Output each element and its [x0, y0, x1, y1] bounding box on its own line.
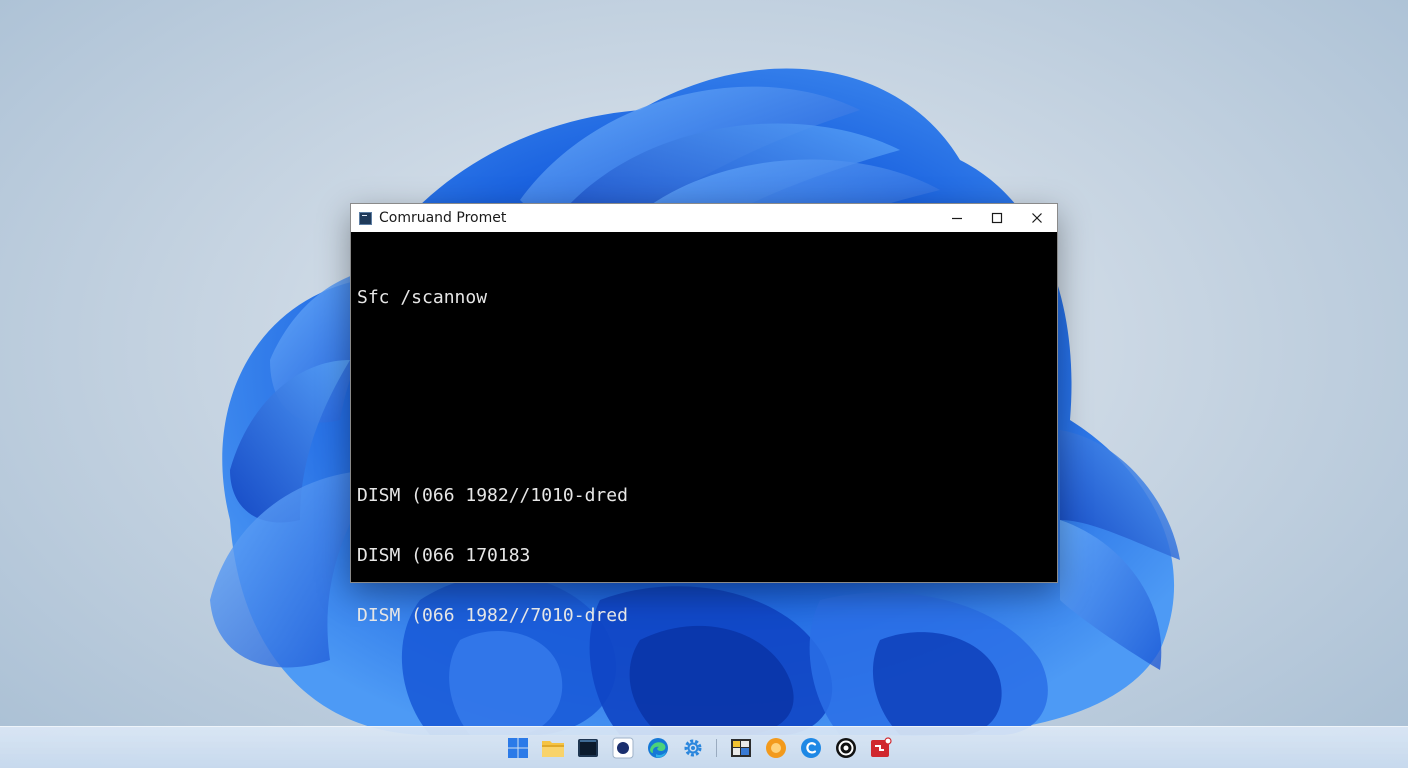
taskbar-icons: [500, 727, 898, 768]
command-prompt-window[interactable]: Comruand Promet Sfc /scannow DISM (066 1…: [350, 203, 1058, 626]
console-command-line: Sfc /scannow: [357, 287, 488, 308]
terminal-icon: [577, 739, 598, 757]
console-output-line: DISM (066 170183: [357, 545, 531, 566]
target-app-icon: [835, 738, 856, 758]
taskbar-target-app[interactable]: [833, 735, 859, 761]
taskbar-file-explorer[interactable]: [540, 735, 566, 761]
console-output-line: DISM (066 1982//7010-dred: [357, 605, 628, 626]
taskbar-orange-app[interactable]: [763, 735, 789, 761]
edge-icon: [647, 738, 668, 758]
maximize-button[interactable]: [977, 204, 1017, 232]
desktop: Comruand Promet Sfc /scannow DISM (066 1…: [0, 0, 1408, 768]
console-output[interactable]: Sfc /scannow DISM (066 1982//1010-dred D…: [351, 232, 1057, 666]
taskbar-edge[interactable]: [645, 735, 671, 761]
orange-app-icon: [765, 738, 786, 758]
maximize-icon: [991, 212, 1003, 224]
command-prompt-app-icon: [359, 211, 372, 225]
taskbar-c-app[interactable]: [798, 735, 824, 761]
taskbar-photos[interactable]: [728, 735, 754, 761]
minimize-icon: [952, 217, 962, 220]
console-output-line: DISM (066 1982//1010-dred: [357, 485, 628, 506]
app-icon: [612, 737, 633, 759]
red-app-icon: [870, 737, 892, 757]
console-blank-space: [357, 348, 1051, 446]
window-title: Comruand Promet: [379, 210, 507, 226]
taskbar-red-app[interactable]: [868, 735, 894, 761]
close-button[interactable]: [1017, 204, 1057, 232]
minimize-button[interactable]: [937, 204, 977, 232]
taskbar-terminal[interactable]: [575, 735, 601, 761]
photos-icon: [730, 739, 751, 757]
window-titlebar[interactable]: Comruand Promet: [351, 204, 1057, 232]
taskbar: [0, 726, 1408, 768]
taskbar-separator: [716, 739, 717, 757]
close-icon: [1032, 213, 1042, 223]
start-button[interactable]: [505, 735, 531, 761]
file-explorer-icon: [541, 741, 564, 757]
c-app-icon: [800, 738, 821, 758]
start-icon: [507, 738, 528, 758]
settings-icon: [684, 739, 701, 757]
taskbar-app[interactable]: [610, 735, 636, 761]
taskbar-settings[interactable]: [680, 735, 706, 761]
